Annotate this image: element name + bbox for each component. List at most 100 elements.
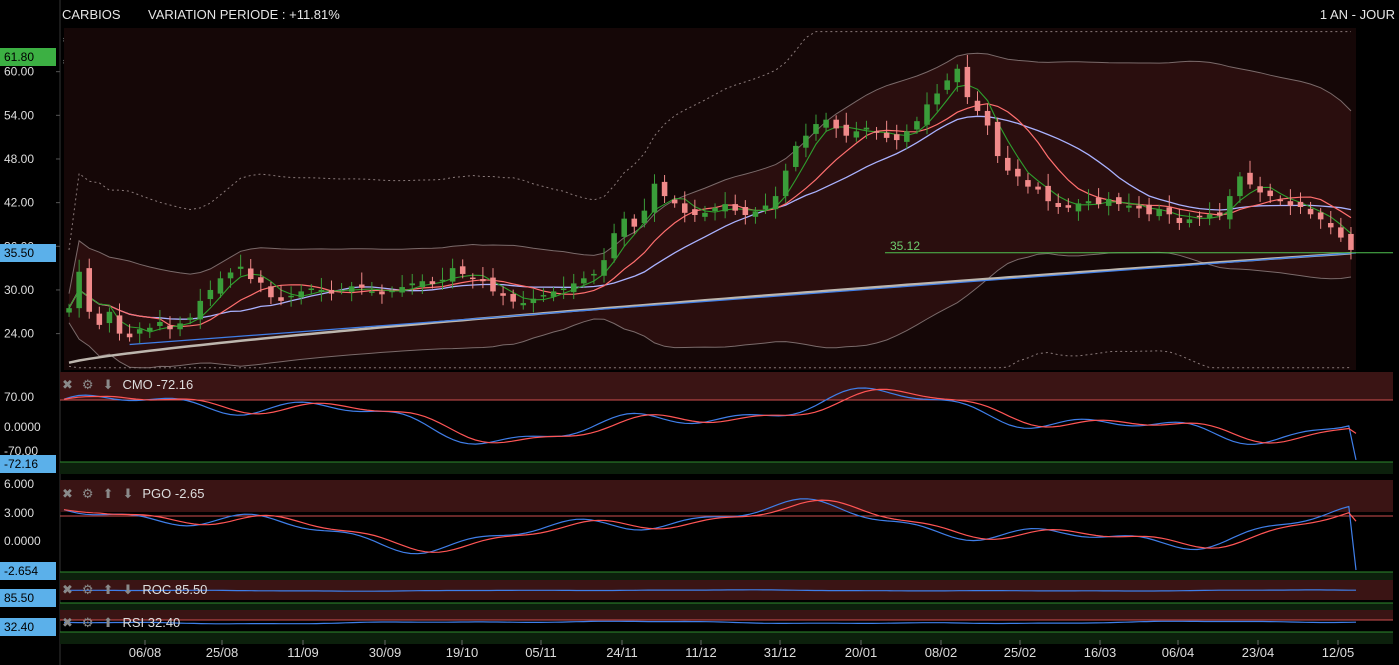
- candle: [1025, 173, 1031, 194]
- close-icon[interactable]: ✖: [62, 615, 73, 630]
- candle-body: [873, 131, 880, 133]
- gear-icon[interactable]: ⚙: [358, 55, 369, 69]
- candle-body: [147, 327, 153, 332]
- candle-body: [207, 289, 214, 300]
- candle: [1136, 196, 1142, 218]
- pgo-signal: [63, 499, 1357, 553]
- candle-body: [1186, 219, 1193, 224]
- candle: [611, 223, 617, 263]
- candle-body: [813, 124, 819, 134]
- candle: [621, 211, 627, 247]
- candle-body: [66, 308, 72, 313]
- candle: [480, 267, 486, 289]
- candle: [136, 322, 143, 344]
- alligator-lips: [68, 84, 1352, 333]
- candle: [924, 92, 930, 135]
- y-tick-label: 30.00: [4, 283, 34, 297]
- candle: [722, 192, 728, 219]
- y-tick-label: 42.00: [4, 196, 34, 210]
- candle: [449, 258, 456, 289]
- candle: [167, 316, 173, 339]
- candle-body: [1206, 214, 1213, 219]
- arrow-down-icon[interactable]: ⬇: [122, 582, 133, 597]
- rsi-value-badge: 32.40: [0, 618, 56, 636]
- candle: [833, 115, 839, 138]
- candle-body: [358, 284, 365, 288]
- x-tick-label: 11/09: [287, 645, 319, 660]
- candle-body: [1267, 190, 1273, 197]
- candle: [328, 280, 335, 301]
- candle: [793, 141, 799, 172]
- gear-icon[interactable]: ⚙: [82, 615, 94, 630]
- candle: [1237, 172, 1243, 204]
- candle-body: [1004, 157, 1011, 171]
- candle-body: [742, 207, 749, 216]
- period-selector[interactable]: 1 AN - JOUR: [1320, 7, 1395, 22]
- arrow-down-icon[interactable]: ⬇: [103, 377, 114, 392]
- candle: [893, 124, 900, 150]
- candle-body: [389, 290, 395, 293]
- candle-body: [1095, 197, 1102, 205]
- candle-body: [379, 291, 385, 295]
- arrow-up-icon[interactable]: ⬆: [103, 486, 114, 501]
- gear-icon[interactable]: ⚙: [82, 377, 94, 392]
- x-tick-label: 11/12: [685, 645, 717, 660]
- pgo-tick-zero: 0.0000: [4, 534, 41, 548]
- quote-row: ⚙ COURS O: 37.04 H: 37.18 B: 35.12 C: 35.…: [62, 32, 468, 47]
- candle-body: [1136, 205, 1142, 209]
- candle: [681, 191, 688, 223]
- candle: [429, 276, 436, 289]
- candle-body: [1075, 203, 1082, 212]
- gear-icon[interactable]: ⚙: [62, 55, 73, 69]
- candle: [510, 289, 516, 309]
- close-icon[interactable]: ✖: [62, 377, 73, 392]
- candle-body: [1045, 185, 1051, 202]
- arrow-down-icon[interactable]: ⬇: [122, 486, 133, 501]
- candle-body: [671, 199, 678, 204]
- candle: [1247, 160, 1253, 189]
- candle-body: [1227, 196, 1233, 220]
- candle: [278, 285, 284, 306]
- candle: [116, 303, 123, 341]
- candle-body: [974, 100, 981, 111]
- candle: [399, 275, 405, 297]
- candle-body: [540, 295, 547, 297]
- gear-icon[interactable]: ⚙: [592, 55, 603, 69]
- gear-icon[interactable]: ⚙: [62, 33, 73, 47]
- candle: [671, 195, 678, 208]
- gear-icon[interactable]: ⚙: [82, 486, 94, 501]
- candle: [1257, 176, 1263, 202]
- y-tick-label: 24.00: [4, 327, 34, 341]
- candle: [1116, 192, 1122, 212]
- candle: [187, 313, 193, 325]
- rsi-lower-zone: [60, 632, 1393, 644]
- x-tick-label: 25/08: [206, 645, 239, 660]
- candle-body: [459, 266, 466, 274]
- candle-body: [187, 317, 193, 320]
- candle: [288, 286, 294, 307]
- candle-body: [954, 68, 961, 83]
- candle-body: [1015, 168, 1021, 177]
- gear-icon[interactable]: ⚙: [829, 55, 840, 69]
- arrow-up-icon[interactable]: ⬆: [103, 582, 114, 597]
- pgo-line: [63, 498, 1357, 571]
- candle-body: [934, 93, 940, 105]
- arrow-up-icon[interactable]: ⬆: [103, 615, 114, 630]
- candle-body: [924, 104, 930, 125]
- close-icon[interactable]: ✖: [62, 486, 73, 501]
- candle-body: [570, 283, 577, 293]
- close-icon[interactable]: ✖: [62, 582, 73, 597]
- candle-body: [369, 291, 375, 293]
- candle: [348, 281, 355, 302]
- candle: [661, 174, 668, 204]
- candle: [873, 126, 880, 140]
- candle: [560, 276, 567, 300]
- candle-body: [1237, 176, 1243, 197]
- candle: [268, 281, 274, 305]
- candle: [843, 112, 850, 143]
- pgo-label: PGO -2.65: [142, 486, 205, 501]
- gear-icon[interactable]: ⚙: [82, 582, 94, 597]
- candle: [106, 307, 113, 333]
- pgo-value-badge: -2.654: [0, 562, 56, 580]
- alligator-value-2: 42.29: [263, 54, 296, 69]
